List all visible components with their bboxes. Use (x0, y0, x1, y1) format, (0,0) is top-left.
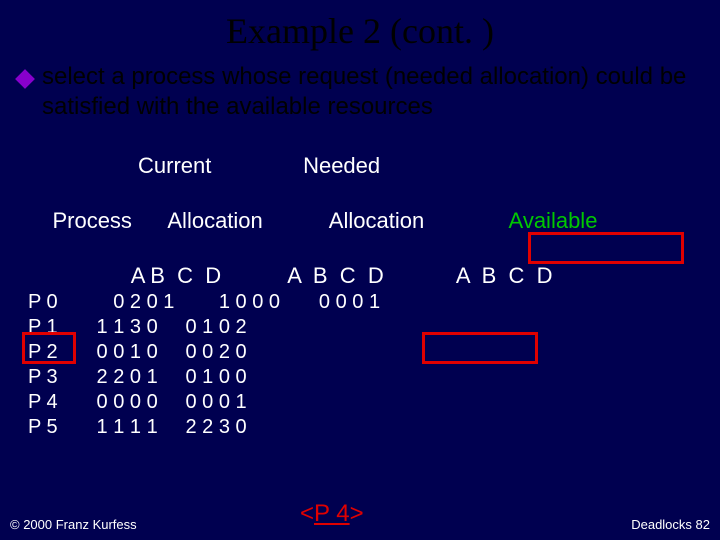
diamond-bullet-icon (15, 69, 35, 89)
available-label: Available (509, 208, 598, 233)
header-line-2-left: Process Allocation Allocation (52, 208, 508, 233)
header-line-1: Current Needed (28, 152, 720, 180)
table-row: P 1 1 1 3 0 0 1 0 2 (28, 315, 720, 340)
header-line-3: A B C D A B C D A B C D (28, 262, 720, 290)
table-row: P 3 2 2 0 1 0 1 0 0 (28, 365, 720, 390)
table-row: P 2 0 0 1 0 0 0 2 0 (28, 340, 720, 365)
bullet-text: select a process whose request (needed a… (42, 62, 702, 122)
table-row: P 0 0 2 0 1 1 0 0 0 0 0 0 1 (28, 290, 720, 315)
highlight-box-p4-label (22, 332, 76, 364)
page-ref: Deadlocks 82 (631, 517, 710, 532)
bullet-row: select a process whose request (needed a… (18, 62, 702, 122)
table-row: P 4 0 0 0 0 0 0 0 1 (28, 390, 720, 415)
resource-table: Current Needed Process Allocation Alloca… (28, 152, 720, 440)
highlight-box-available (528, 232, 684, 264)
slide-title: Example 2 (cont. ) (0, 10, 720, 52)
table-row: P 5 1 1 1 1 2 2 3 0 (28, 415, 720, 440)
footer: © 2000 Franz Kurfess Deadlocks 82 (10, 517, 710, 532)
highlight-box-p4-needed (422, 332, 538, 364)
copyright: © 2000 Franz Kurfess (10, 517, 137, 532)
